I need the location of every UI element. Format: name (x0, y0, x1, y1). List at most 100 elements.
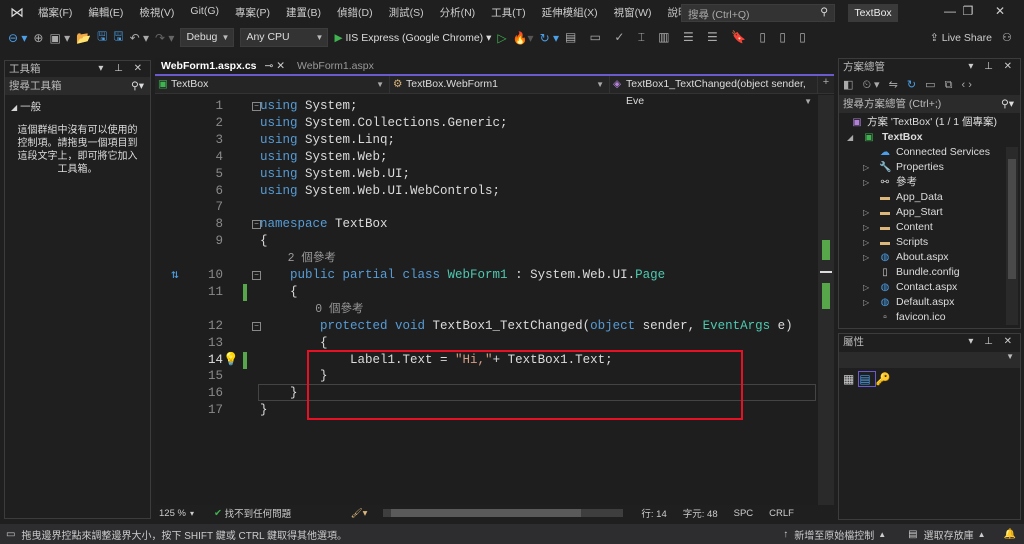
run-button[interactable]: ▶ IIS Express (Google Chrome) ▾ (334, 32, 491, 44)
save-icon[interactable]: 🖫 (97, 27, 107, 48)
tree-scrollbar[interactable] (1006, 147, 1018, 325)
back-icon[interactable]: ⊖ ▾ (8, 31, 27, 45)
line-ending[interactable]: CRLF (761, 508, 802, 519)
expand-icon[interactable]: ▷ (863, 235, 873, 250)
expand-icon[interactable]: ▷ (863, 160, 873, 175)
solution-search-input[interactable]: 搜尋方案總管 (Ctrl+;) ⚲▾ (839, 95, 1020, 113)
panel-buttons[interactable]: ▾ ⊥ ✕ (968, 59, 1016, 75)
project-nav-dropdown[interactable]: ▣ TextBox ▼ (155, 76, 390, 93)
feedback-icon[interactable]: ⚇ (1002, 31, 1012, 44)
new-project-icon[interactable]: ▣ ▾ (49, 31, 70, 45)
pin-close-icons[interactable]: ⊸ ✕ (257, 60, 286, 72)
expand-icon[interactable]: ▷ (863, 205, 873, 220)
code-area[interactable]: 1 using System; −2 using System.Collections… (155, 95, 818, 505)
panel-buttons[interactable]: ▾ ⊥ ✕ (968, 334, 1016, 350)
tab-active[interactable]: WebForm1.aspx.cs ⊸ ✕ (155, 58, 292, 74)
menu-item[interactable]: Git(G) (182, 5, 227, 20)
override-icon[interactable]: ⇅ (171, 267, 179, 284)
notifications-icon[interactable]: 🔔 (1004, 529, 1024, 540)
alphabetical-icon[interactable]: ▤ (858, 371, 876, 387)
restore-button[interactable]: ❐ (953, 4, 983, 22)
menu-item[interactable]: 視窗(W) (606, 5, 660, 20)
menu-item[interactable]: 檔案(F) (30, 5, 80, 20)
tree-item[interactable]: ▷ 🔧 Properties (839, 160, 1020, 175)
solution-explorer-toolbar[interactable]: ◧ ⏲▾ ⇋ ↻ ▭ ⧉ ‹› (839, 75, 1020, 95)
scroll-thumb[interactable] (391, 509, 582, 517)
split-icon[interactable]: + (818, 76, 834, 93)
toolbox-search-input[interactable]: 搜尋工具箱 ⚲▾ (5, 77, 150, 95)
tree-item[interactable]: ☁ Connected Services (839, 145, 1020, 160)
expand-icon[interactable]: ▷ (863, 280, 873, 295)
solution-node[interactable]: ▣ 方案 'TextBox' (1 / 1 個專案) (839, 115, 1020, 130)
close-button[interactable]: ✕ (985, 4, 1015, 22)
lightbulb-icon[interactable]: 💡 (223, 352, 239, 369)
tree-item[interactable]: ▷ ◍ About.aspx (839, 250, 1020, 265)
menu-item[interactable]: 延伸模組(X) (534, 5, 606, 20)
save-all-icon[interactable]: 🖫 (113, 27, 123, 48)
code-token: namespace (260, 217, 328, 232)
platform-select[interactable]: Any CPU ▼ (240, 28, 329, 47)
class-nav-dropdown[interactable]: ⚙ TextBox.WebForm1 ▼ (390, 76, 610, 93)
scroll-thumb[interactable] (1008, 159, 1016, 279)
chevron-down-icon[interactable]: ▾ (190, 509, 214, 518)
tree-item[interactable]: ▬ App_Data (839, 190, 1020, 205)
select-repository-button[interactable]: 選取存放庫 (924, 527, 974, 542)
whitespace-mode[interactable]: SPC (726, 508, 762, 519)
tree-item[interactable]: ▯ Bundle.config (839, 265, 1020, 280)
menu-item[interactable]: 分析(N) (432, 5, 484, 20)
menu-item[interactable]: 測試(S) (381, 5, 432, 20)
menu-item[interactable]: 專案(P) (227, 5, 278, 20)
fold-toggle-icon[interactable]: − (252, 321, 261, 331)
menu-item[interactable]: 工具(T) (483, 5, 533, 20)
folder-icon: ▬ (880, 207, 890, 218)
open-folder-icon[interactable]: 📂 (76, 31, 91, 45)
tree-item[interactable]: ▷ ▬ Content (839, 220, 1020, 235)
vertical-scrollbar[interactable] (818, 95, 834, 505)
categorized-icon[interactable]: ▦ (843, 372, 858, 386)
search-input[interactable]: 搜尋 (Ctrl+Q) ⚲ (681, 4, 835, 22)
add-to-source-control-button[interactable]: 新增至原始檔控制 (794, 527, 874, 542)
play-icon: ▶ (334, 31, 343, 44)
project-name-badge: TextBox (848, 4, 898, 22)
expand-icon[interactable]: ▷ (863, 220, 873, 235)
panel-buttons[interactable]: ▾ ⊥ ✕ (98, 61, 146, 77)
menu-item[interactable]: 建置(B) (278, 5, 329, 20)
tree-item[interactable]: ▫ favicon.ico (839, 310, 1020, 325)
tree-item[interactable]: ▷ ▬ Scripts (839, 235, 1020, 250)
zoom-level[interactable]: 125 % (155, 508, 190, 519)
start-without-debug-icon[interactable]: ▷ (497, 31, 506, 45)
tree-item[interactable]: ▷ ◍ Default.aspx (839, 295, 1020, 310)
fold-toggle-icon[interactable]: − (252, 220, 261, 230)
forward-icon[interactable]: ⊕ (33, 31, 43, 45)
tree-item[interactable]: ▷ ▬ App_Start (839, 205, 1020, 220)
tree-item[interactable]: ▷ ◍ Contact.aspx (839, 280, 1020, 295)
toolbar-misc-icons[interactable]: ▤ ▭ ✓ ⌶ ▥ ☰ ☰ 🔖 ▯ ▯ ▯ (565, 30, 811, 45)
horizontal-scrollbar[interactable] (383, 509, 624, 517)
references-codelens[interactable]: 0 個參考 (260, 303, 363, 316)
tree-item[interactable]: ▷ ⚯ 參考 (839, 175, 1020, 190)
redo-icon[interactable]: ↷ ▾ (155, 31, 174, 45)
menu-item[interactable]: 偵錯(D) (329, 5, 381, 20)
menu-item[interactable]: 檢視(V) (131, 5, 182, 20)
project-node[interactable]: ◢ ▣ TextBox (839, 130, 1020, 145)
live-share-button[interactable]: ⇪ Live Share (930, 32, 992, 44)
brush-icon[interactable]: 🖌▾ (345, 508, 374, 519)
toolbox-group-general[interactable]: ◢ 一般 (5, 95, 150, 118)
configuration-select[interactable]: Debug ▼ (180, 28, 235, 47)
issues-status[interactable]: 找不到任何問題 (225, 506, 345, 520)
tab-document[interactable]: WebForm1.aspx (291, 58, 380, 74)
undo-icon[interactable]: ↶ ▾ (130, 31, 149, 45)
menu-item[interactable]: 編輯(E) (80, 5, 131, 20)
references-codelens[interactable]: 2 個參考 (260, 252, 336, 265)
expand-icon[interactable]: ▷ (863, 250, 873, 265)
property-pages-icon[interactable]: 🔑 (876, 372, 895, 386)
properties-toolbar[interactable]: ▦▤🔑 (839, 368, 1020, 390)
expand-icon[interactable]: ▷ (863, 295, 873, 310)
fold-toggle-icon[interactable]: − (252, 102, 261, 111)
object-select[interactable]: ▼ (839, 352, 1020, 368)
refresh-icon[interactable]: ↻ ▾ (540, 31, 559, 45)
member-nav-dropdown[interactable]: ◈ TextBox1_TextChanged(object sender, Eve… (610, 76, 818, 107)
hot-reload-icon[interactable]: 🔥▾ (513, 31, 534, 45)
expand-icon[interactable]: ▷ (863, 175, 873, 190)
fold-toggle-icon[interactable]: − (252, 271, 261, 280)
